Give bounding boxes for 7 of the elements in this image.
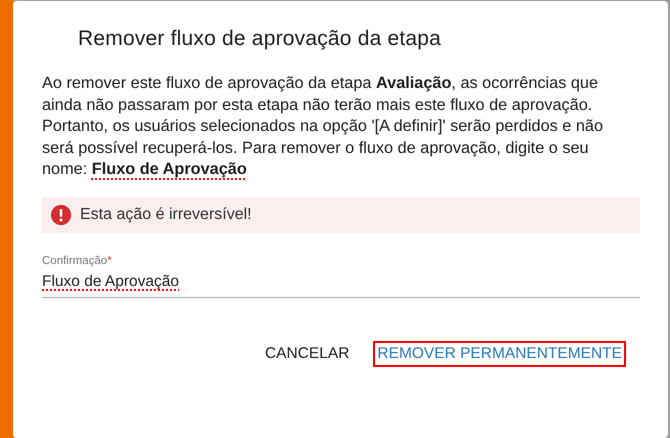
- alert-text: Esta ação é irreversível!: [80, 206, 252, 224]
- field-label: Confirmação*: [42, 254, 113, 267]
- cancel-button[interactable]: CANCELAR: [260, 340, 354, 367]
- remove-button[interactable]: REMOVER PERMANENTEMENTE: [373, 340, 626, 367]
- dialog-message: Ao remover este fluxo de aprovação da etapa Avaliação, as ocorrências que ainda não passaram por esta etapa não terão mais este fluxo de aprovação. Portanto, os usuários selecionados na opção '[A definir]' serão perdidos e não será possível recuperá-los. Para remover o fluxo de aprovação, digite o seu nome: Fluxo de Aprovação: [42, 73, 604, 180]
- dialog-title: Remover fluxo de aprovação da etapa: [78, 27, 442, 51]
- error-icon: [50, 204, 72, 226]
